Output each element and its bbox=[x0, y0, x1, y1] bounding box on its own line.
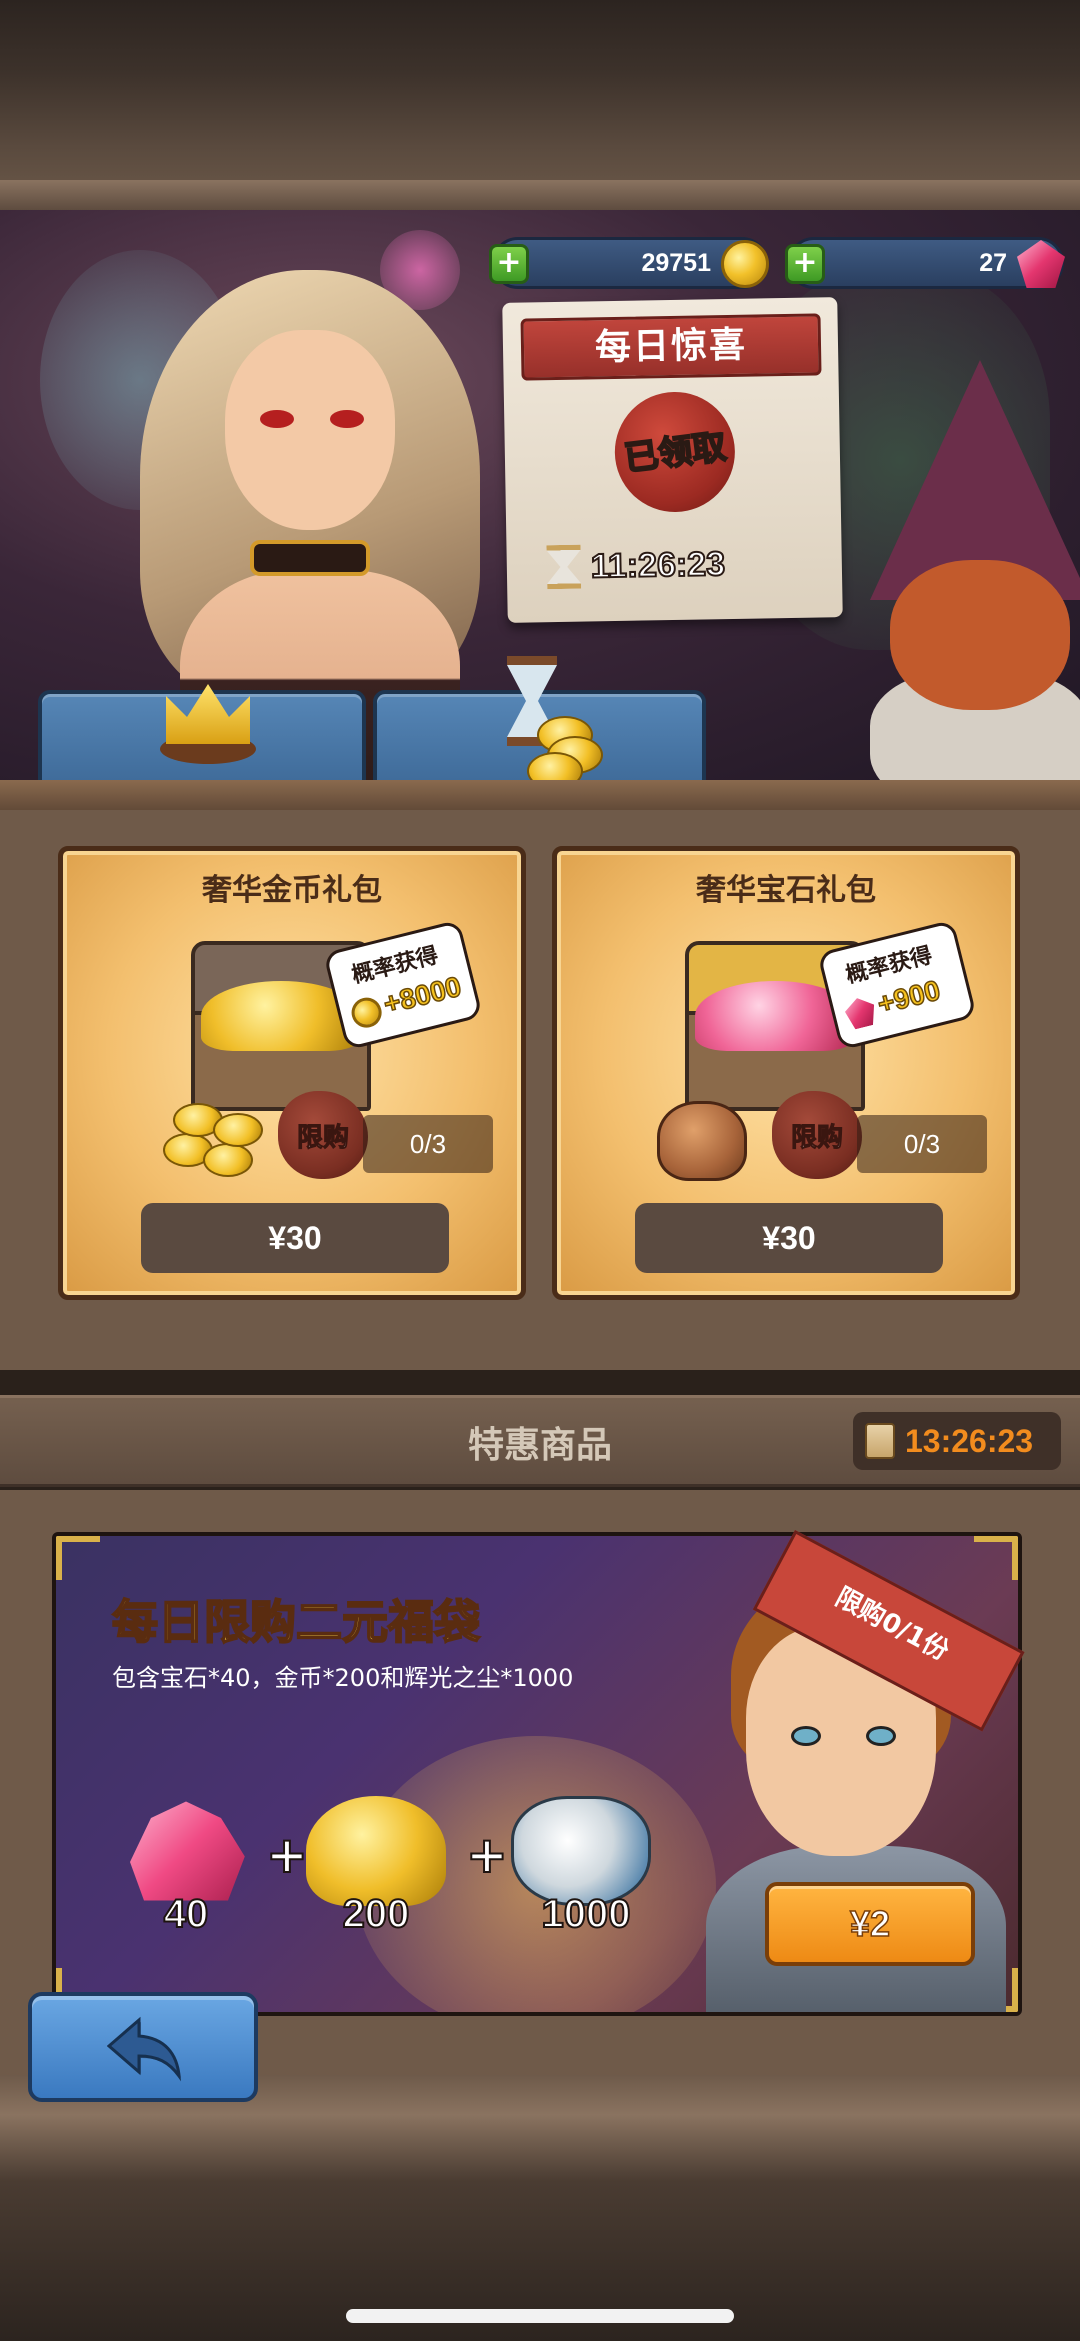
daily-surprise-card[interactable]: 每日惊喜 已领取 11:26:23 bbox=[502, 297, 843, 623]
gold-coin-icon bbox=[721, 240, 769, 288]
gold-pack-price-button[interactable]: ¥30 bbox=[141, 1203, 449, 1273]
bonus-amount: +900 bbox=[874, 974, 944, 1021]
gold-pile-icon bbox=[306, 1796, 446, 1906]
purchase-count: 0/3 bbox=[363, 1115, 493, 1173]
limit-label: 限购 bbox=[296, 1123, 349, 1154]
buy-lucky-bag-button[interactable]: ¥2 bbox=[765, 1882, 975, 1966]
gem-counter: + 27 bbox=[785, 237, 1065, 289]
bonus-bubble: 概率获得 +900 bbox=[816, 919, 978, 1051]
offers-timer: 13:26:23 bbox=[905, 1422, 1034, 1459]
reward-qty: 1000 bbox=[541, 1891, 632, 1937]
hourglass-icon bbox=[546, 545, 581, 590]
gold-pack-card[interactable]: 奢华金币礼包 概率获得 +8000 限购 0/3 ¥30 bbox=[58, 846, 526, 1300]
back-arrow-icon bbox=[107, 2016, 181, 2082]
add-gold-button[interactable]: + bbox=[489, 244, 529, 284]
pack-title: 奢华宝石礼包 bbox=[696, 873, 876, 908]
offers-timer-box: 13:26:23 bbox=[853, 1412, 1061, 1470]
special-offers-header: 特惠商品 13:26:23 bbox=[0, 1395, 1080, 1487]
reward-dust: 1000 bbox=[501, 1796, 671, 1956]
daily-timer: 11:26:23 bbox=[590, 544, 727, 586]
crown-icon bbox=[152, 674, 262, 774]
reward-qty: 40 bbox=[163, 1891, 210, 1937]
coin-stack-icon bbox=[163, 1093, 273, 1183]
gem-pack-card[interactable]: 奢华宝石礼包 概率获得 +900 限购 0/3 ¥30 bbox=[552, 846, 1020, 1300]
daily-timer-row: 11:26:23 bbox=[546, 538, 807, 593]
home-indicator[interactable] bbox=[346, 2309, 734, 2323]
gold-counter: + 29751 bbox=[489, 237, 769, 289]
daily-surprise-title: 每日惊喜 bbox=[520, 313, 822, 381]
gem-amount: 27 bbox=[979, 248, 1007, 277]
reward-gems: 40 bbox=[106, 1796, 266, 1956]
gold-coin-icon bbox=[348, 994, 385, 1031]
dust-jar-icon bbox=[511, 1796, 651, 1906]
back-button[interactable] bbox=[28, 1992, 258, 2102]
wizard-character bbox=[850, 360, 1080, 780]
add-gem-button[interactable]: + bbox=[785, 244, 825, 284]
gem-icon bbox=[842, 994, 878, 1030]
reward-gold: 200 bbox=[296, 1796, 456, 1956]
reward-qty: 200 bbox=[342, 1891, 411, 1937]
top-wood-frame bbox=[0, 0, 1080, 210]
purchase-count: 0/3 bbox=[857, 1115, 987, 1173]
sack-icon bbox=[657, 1101, 747, 1181]
gem-pile-icon bbox=[130, 1801, 245, 1901]
wood-divider bbox=[0, 780, 1080, 814]
frame-corner bbox=[56, 1536, 100, 1580]
pack-title: 奢华金币礼包 bbox=[202, 873, 382, 908]
bonus-bubble: 概率获得 +8000 bbox=[322, 919, 484, 1051]
bottom-wood-frame bbox=[0, 2075, 1080, 2341]
gold-amount: 29751 bbox=[641, 248, 711, 277]
hourglass-coins-icon bbox=[487, 656, 607, 790]
limit-label: 限购 bbox=[790, 1123, 843, 1154]
lucky-bag-title: 每日限购二元福袋 bbox=[111, 1594, 481, 1650]
scroll-icon bbox=[865, 1423, 895, 1459]
lucky-bag-description: 包含宝石*40，金币*200和辉光之尘*1000 bbox=[112, 1664, 574, 1692]
gem-pack-price-button[interactable]: ¥30 bbox=[635, 1203, 943, 1273]
